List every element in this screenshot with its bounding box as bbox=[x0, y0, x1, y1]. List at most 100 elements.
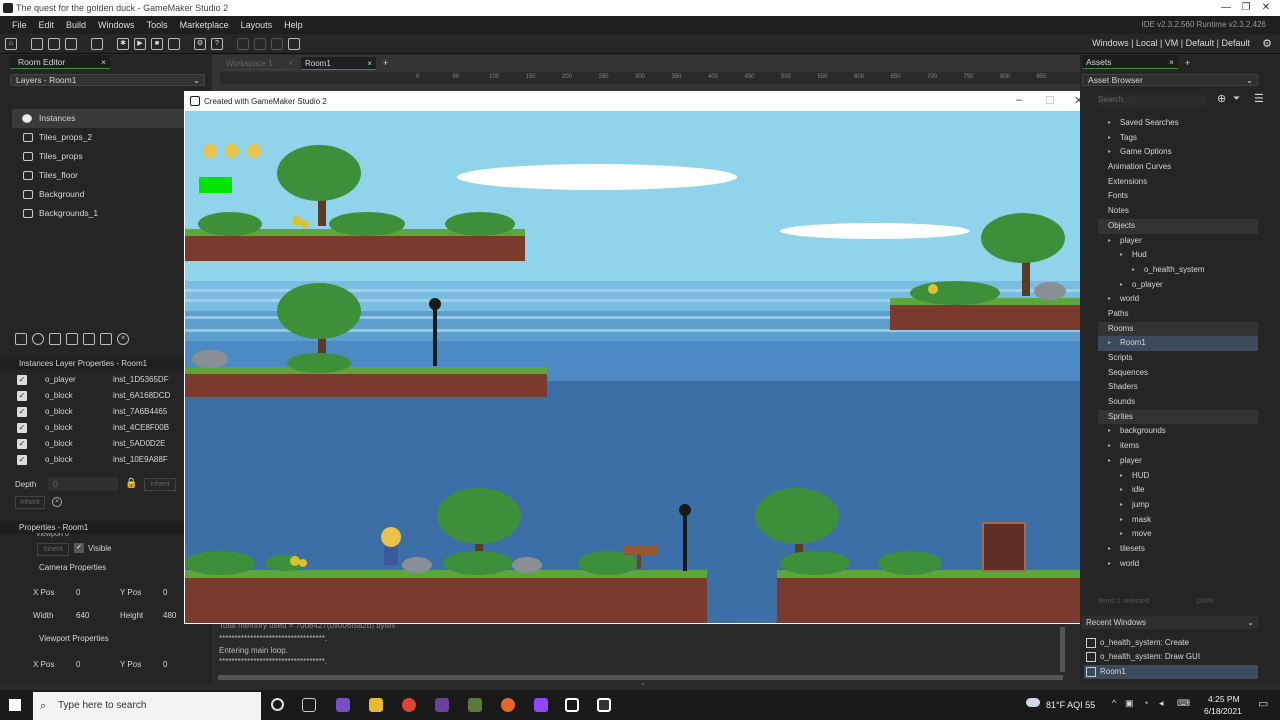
asset-tree-item[interactable]: Animation Curves bbox=[1098, 160, 1258, 175]
inherit-viewport-button[interactable]: Inherit bbox=[37, 543, 69, 556]
viewport-label[interactable]: Viewport 0 bbox=[36, 533, 69, 539]
chevron-right-icon[interactable]: ▸ bbox=[1108, 131, 1111, 146]
lock-icon[interactable]: 🔒 bbox=[125, 478, 137, 489]
gamemaker-game-icon[interactable] bbox=[597, 698, 611, 712]
layers-dropdown[interactable]: Layers - Room1 ⌄ bbox=[10, 74, 205, 86]
layer-background[interactable]: Background bbox=[0, 185, 212, 204]
taskbar-search-box[interactable]: ⌕ Type here to search bbox=[33, 692, 261, 720]
open-project-icon[interactable] bbox=[48, 37, 60, 50]
chevron-right-icon[interactable]: ▸ bbox=[1120, 527, 1123, 542]
app-icon[interactable] bbox=[336, 698, 350, 712]
close-tab-icon[interactable]: × bbox=[288, 57, 293, 70]
clock-date[interactable]: 6/18/2021 bbox=[1204, 706, 1242, 716]
menu-file[interactable]: File bbox=[6, 16, 33, 34]
restore-button[interactable]: ❐ bbox=[1236, 2, 1256, 13]
firefox-icon[interactable] bbox=[501, 698, 515, 712]
asset-tree-item[interactable]: ▸ move bbox=[1098, 527, 1258, 542]
asset-tree-item[interactable]: ▸ tilesets bbox=[1098, 542, 1258, 557]
asset-tree-item[interactable]: Fonts bbox=[1098, 189, 1258, 204]
chevron-right-icon[interactable]: ▸ bbox=[1108, 145, 1111, 160]
width-input[interactable]: 640 bbox=[76, 611, 89, 620]
checkbox[interactable]: ✓ bbox=[17, 407, 27, 417]
collapse-chevron-icon[interactable]: ⌄ bbox=[640, 679, 646, 687]
add-folder-icon[interactable] bbox=[100, 333, 112, 345]
visible-checkbox[interactable]: ✓ bbox=[74, 543, 84, 553]
zoom-out-icon[interactable] bbox=[237, 37, 249, 50]
asset-tree-item[interactable]: Sequences bbox=[1098, 366, 1258, 381]
menu-build[interactable]: Build bbox=[60, 16, 92, 34]
gamemaker-icon[interactable] bbox=[565, 698, 579, 712]
asset-tree-item[interactable]: ▸ idle bbox=[1098, 483, 1258, 498]
checkbox[interactable]: ✓ bbox=[17, 439, 27, 449]
preferences-icon[interactable]: ⚙ bbox=[194, 37, 206, 50]
game-minimize-button[interactable]: – bbox=[1016, 94, 1022, 106]
recent-item[interactable]: o_health_system: Create bbox=[1084, 636, 1258, 650]
zoom-in-icon[interactable] bbox=[271, 37, 283, 50]
asset-search-input[interactable]: Search... bbox=[1098, 95, 1206, 107]
asset-tree-item[interactable]: ▸ o_health_system bbox=[1098, 263, 1258, 278]
asset-tree-item[interactable]: ▸ Room1 bbox=[1098, 336, 1258, 351]
menu-marketplace[interactable]: Marketplace bbox=[174, 16, 235, 34]
output-vscrollbar[interactable] bbox=[1060, 627, 1065, 672]
close-tab-icon[interactable]: × bbox=[367, 57, 372, 70]
help-icon[interactable]: ? bbox=[211, 37, 223, 50]
asset-tree-item[interactable]: ▸ Saved Searches bbox=[1098, 116, 1258, 131]
chevron-right-icon[interactable]: ▸ bbox=[1108, 542, 1111, 557]
chevron-right-icon[interactable]: ▸ bbox=[1132, 263, 1135, 278]
add-asset-layer-icon[interactable] bbox=[49, 333, 61, 345]
layer-instances[interactable]: Instances bbox=[12, 109, 184, 128]
recent-item[interactable]: o_health_system: Draw GUI bbox=[1084, 650, 1258, 664]
run-icon[interactable]: ▶ bbox=[134, 37, 146, 50]
asset-tree-item[interactable]: ▸ world bbox=[1098, 292, 1258, 307]
clock-time[interactable]: 4:25 PM bbox=[1208, 694, 1240, 704]
game-maximize-button[interactable]: ☐ bbox=[1045, 94, 1055, 107]
instance-row[interactable]: ✓ o_block inst_5AD0D2E bbox=[0, 436, 185, 452]
task-view-icon[interactable] bbox=[302, 698, 316, 712]
asset-tree-item[interactable]: Objects bbox=[1098, 218, 1258, 234]
checkbox[interactable]: ✓ bbox=[17, 423, 27, 433]
app-icon[interactable] bbox=[468, 698, 482, 712]
height-input[interactable]: 480 bbox=[163, 611, 176, 620]
app-icon[interactable] bbox=[435, 698, 449, 712]
asset-tree-item[interactable]: Rooms bbox=[1098, 321, 1258, 337]
xpos-input[interactable]: 0 bbox=[76, 588, 80, 597]
asset-tree-item[interactable]: Paths bbox=[1098, 307, 1258, 322]
game-viewport[interactable] bbox=[185, 111, 1095, 623]
asset-tree-item[interactable]: Notes bbox=[1098, 204, 1258, 219]
add-tab-icon[interactable]: + bbox=[383, 58, 388, 68]
recent-windows-header[interactable]: Recent Windows ⌄ bbox=[1082, 616, 1258, 629]
stop-icon[interactable]: ■ bbox=[151, 37, 163, 50]
instance-row[interactable]: ✓ o_block inst_7A6B4465 bbox=[0, 404, 185, 420]
asset-tree-item[interactable]: Scripts bbox=[1098, 351, 1258, 366]
instance-row[interactable]: ✓ o_block inst_4CE8F00B bbox=[0, 420, 185, 436]
menu-windows[interactable]: Windows bbox=[92, 16, 141, 34]
asset-tree-item[interactable]: Shaders bbox=[1098, 380, 1258, 395]
add-path-layer-icon[interactable] bbox=[83, 333, 95, 345]
viewport-ypos-input[interactable]: 0 bbox=[163, 660, 167, 669]
asset-tree-item[interactable]: ▸ backgrounds bbox=[1098, 424, 1258, 439]
close-tab-icon[interactable]: × bbox=[101, 55, 106, 69]
asset-tree-item[interactable]: ▸ items bbox=[1098, 439, 1258, 454]
zoom-reset-icon[interactable] bbox=[254, 37, 266, 50]
minimize-button[interactable]: — bbox=[1216, 2, 1236, 13]
menu-help[interactable]: Help bbox=[278, 16, 309, 34]
keyboard-icon[interactable]: ⌨ bbox=[1177, 698, 1190, 709]
ypos-input[interactable]: 0 bbox=[163, 588, 167, 597]
asset-tree-item[interactable]: ▸ jump bbox=[1098, 498, 1258, 513]
add-background-layer-icon[interactable] bbox=[15, 333, 27, 345]
wifi-icon[interactable]: ◔ bbox=[1143, 698, 1148, 708]
layer-tiles-props[interactable]: Tiles_props bbox=[0, 147, 212, 166]
asset-tree-item[interactable]: ▸ HUD bbox=[1098, 469, 1258, 484]
menu-tools[interactable]: Tools bbox=[141, 16, 174, 34]
add-instance-layer-icon[interactable] bbox=[32, 333, 44, 345]
close-button[interactable]: ✕ bbox=[1256, 2, 1276, 13]
target-selector[interactable]: Windows | Local | VM | Default | Default bbox=[1092, 38, 1250, 48]
new-project-icon[interactable] bbox=[31, 37, 43, 50]
asset-tree-item[interactable]: ▸ mask bbox=[1098, 513, 1258, 528]
asset-tree-item[interactable]: ▸ player bbox=[1098, 234, 1258, 249]
chevron-right-icon[interactable]: ▸ bbox=[1120, 248, 1123, 263]
instance-row[interactable]: ✓ o_block inst_6A168DCD bbox=[0, 388, 185, 404]
chevron-right-icon[interactable]: ▸ bbox=[1108, 454, 1111, 469]
asset-tree-item[interactable]: ▸ o_player bbox=[1098, 278, 1258, 293]
asset-tree-item[interactable]: Extensions bbox=[1098, 175, 1258, 190]
